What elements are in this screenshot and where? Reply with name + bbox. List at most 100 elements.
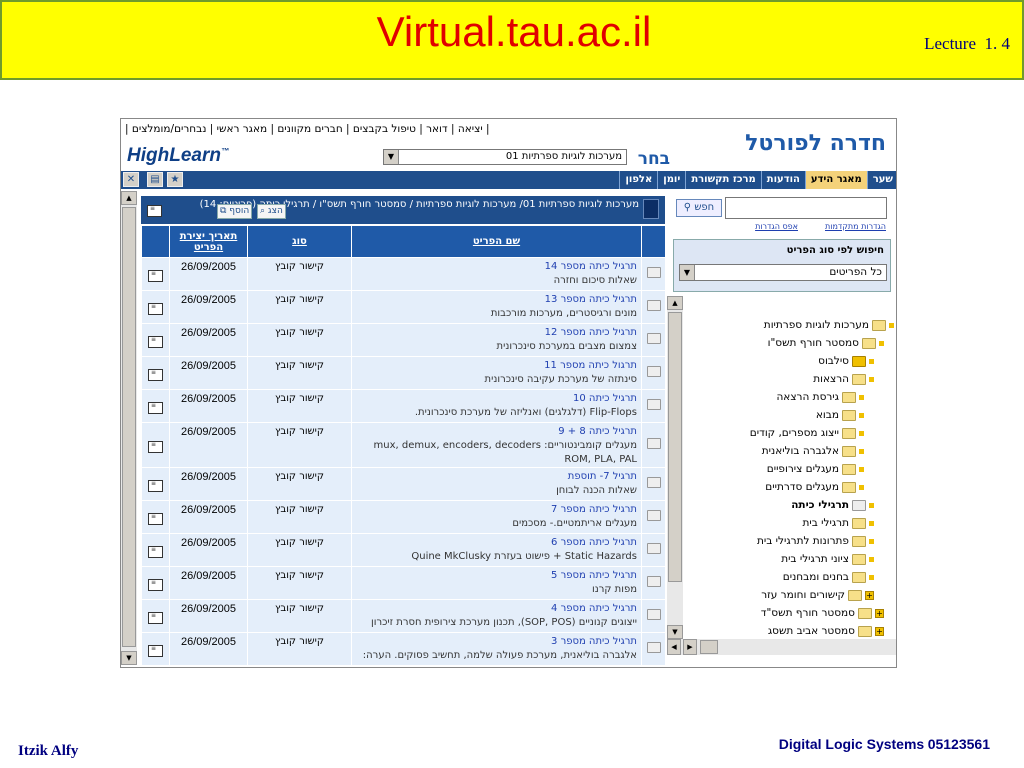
tree-item[interactable]: בחנים ומבחנים [783, 568, 874, 586]
table-row[interactable]: ≡ 26/09/2005 קישור קובץ תרגיל כיתה מספר 4 יי… [141, 599, 666, 633]
type-filter-title: חיפוש לפי סוג הפריט [786, 245, 884, 256]
table-row[interactable]: ≡ 26/09/2005 קישור קובץ תרגיל כיתה מספר 14 ש… [141, 257, 666, 291]
item-link[interactable]: תרגיל כיתה מספר 6 [354, 536, 637, 550]
document-icon[interactable]: ≡ [147, 205, 162, 217]
item-link[interactable]: תרגיל כיתה מספר 13 [354, 293, 637, 307]
folder-icon [852, 373, 866, 385]
tab-4[interactable]: יומן [657, 171, 685, 189]
scroll-left-icon[interactable]: ◀ [667, 639, 681, 655]
item-link[interactable]: תרגיל 7- תוספת [354, 470, 637, 484]
tree-item[interactable]: סילבוס [818, 352, 874, 370]
folder-icon [872, 319, 886, 331]
table-row[interactable]: ≡ 26/09/2005 קישור קובץ תרגיל כיתה 8 + 9 מעג… [141, 422, 666, 468]
tree-item[interactable]: + קישורים וחומר עזר [761, 586, 874, 604]
chevron-down-icon[interactable]: ▼ [384, 150, 399, 164]
document-icon[interactable]: ≡ [141, 257, 170, 291]
expand-icon[interactable]: + [875, 608, 884, 618]
tree-item[interactable]: מעגלים צירופיים [767, 460, 864, 478]
folder-icon [842, 463, 856, 475]
document-icon[interactable]: ≡ [141, 599, 170, 633]
document-icon[interactable]: ≡ [141, 422, 170, 468]
item-link[interactable]: תרגיל כיתה מספר 12 [354, 326, 637, 340]
tree-item[interactable]: גירסת הרצאה [776, 388, 864, 406]
reset-settings-link[interactable]: אפס הגדרות [755, 222, 798, 231]
document-icon[interactable]: ≡ [141, 467, 170, 501]
document-icon[interactable]: ≡ [141, 290, 170, 324]
scroll-thumb[interactable] [668, 312, 682, 582]
scroll-thumb[interactable] [122, 207, 136, 647]
scroll-right-icon[interactable]: ▶ [683, 639, 697, 655]
horizontal-scrollbar[interactable]: ◀ ▶ [667, 639, 896, 655]
item-desc: אלגברה בוליאנית, מערכת פעולה שלמה, תחשיב… [362, 650, 637, 661]
tree-scrollbar[interactable]: ▲ ▼ [667, 296, 683, 639]
top-links[interactable]: | יציאה | דואר | טיפול בקבצים | חברים מק… [125, 123, 490, 135]
course-select[interactable]: ▼ מערכות לוגיות ספרתיות 01 [383, 149, 627, 165]
document-icon[interactable]: ≡ [141, 323, 170, 357]
col-name[interactable]: שם הפריט [351, 225, 642, 258]
tree-item[interactable]: סמסטר חורף תשס"ו [768, 334, 884, 352]
item-link[interactable]: תרגיל כיתה 10 [354, 392, 637, 406]
tree-item[interactable]: מבוא [816, 406, 864, 424]
tree-item[interactable]: הרצאות [813, 370, 874, 388]
chevron-down-icon[interactable]: ▼ [680, 265, 695, 280]
scroll-down-icon[interactable]: ▼ [667, 625, 683, 639]
item-link[interactable]: תרגול כיתה מספר 11 [354, 359, 637, 373]
scroll-up-icon[interactable]: ▲ [667, 296, 683, 310]
table-row[interactable]: ≡ 26/09/2005 קישור קובץ תרגיל כיתה מספר 6 St… [141, 533, 666, 567]
tree-item[interactable]: מערכות לוגיות ספרתיות [764, 316, 894, 334]
table-row[interactable]: ≡ 26/09/2005 קישור קובץ תרגול כיתה מספר 11 ס… [141, 356, 666, 390]
type-select[interactable]: ▼ כל הפריטים [679, 264, 887, 281]
tab-2[interactable]: הודעות [760, 171, 805, 189]
document-icon[interactable]: ≡ [141, 632, 170, 666]
table-row[interactable]: ≡ 26/09/2005 קישור קובץ תרגיל כיתה מספר 7 מע… [141, 500, 666, 534]
scroll-down-icon[interactable]: ▼ [121, 651, 137, 665]
left-scrollbar[interactable]: ▲ ▼ [121, 191, 137, 665]
document-icon[interactable]: ≡ [141, 356, 170, 390]
item-link[interactable]: תרגיל כיתה מספר 5 [354, 569, 637, 583]
table-row[interactable]: ≡ 26/09/2005 קישור קובץ תרגיל כיתה 10 Flip-F… [141, 389, 666, 423]
tree-item[interactable]: + סמסטר אביב תשסג [768, 622, 884, 640]
tree-item-label: קישורים וחומר עזר [761, 589, 845, 601]
show-button[interactable]: הצג ⌕ [257, 204, 286, 219]
item-link[interactable]: תרגיל כיתה 8 + 9 [354, 425, 637, 439]
tree-item[interactable]: מעגלים סדרתיים [765, 478, 864, 496]
tree-item[interactable]: תרגילי כיתה [791, 496, 874, 514]
add-button[interactable]: הוסף ⧉ [217, 204, 253, 219]
tab-0[interactable]: שער [866, 171, 896, 189]
item-link[interactable]: תרגיל כיתה מספר 3 [354, 635, 637, 649]
search-input[interactable] [725, 197, 887, 219]
table-row[interactable]: ≡ 26/09/2005 קישור קובץ תרגיל כיתה מספר 12 צ… [141, 323, 666, 357]
tree-item[interactable]: תרגילי בית [803, 514, 874, 532]
item-desc: Flip-Flops (דלגלגים) ואנליזה של מערכת סי… [414, 407, 637, 418]
document-icon[interactable]: ≡ [141, 533, 170, 567]
tree-item[interactable]: ציוני תרגילי בית [781, 550, 874, 568]
expand-icon[interactable]: + [875, 626, 884, 636]
scroll-thumb[interactable] [700, 640, 718, 654]
printer-icon[interactable]: ▤ [147, 172, 163, 187]
document-icon[interactable]: ≡ [141, 500, 170, 534]
tree-item[interactable]: פתרונות לתרגילי בית [757, 532, 874, 550]
table-row[interactable]: ≡ 26/09/2005 קישור קובץ תרגיל כיתה מספר 5 מפ… [141, 566, 666, 600]
item-link[interactable]: תרגיל כיתה מספר 7 [354, 503, 637, 517]
scroll-up-icon[interactable]: ▲ [121, 191, 137, 205]
table-row[interactable]: ≡ 26/09/2005 קישור קובץ תרגיל כיתה מספר 13 מ… [141, 290, 666, 324]
tree-item[interactable]: אלגברה בוליאנית [762, 442, 864, 460]
tab-5[interactable]: אלפון [619, 171, 657, 189]
col-type[interactable]: סוג [247, 225, 352, 258]
item-link[interactable]: תרגיל כיתה מספר 14 [354, 260, 637, 274]
search-button[interactable]: חפש ⚲ [676, 199, 722, 217]
document-icon[interactable]: ≡ [141, 389, 170, 423]
item-link[interactable]: תרגיל כיתה מספר 4 [354, 602, 637, 616]
table-row[interactable]: ≡ 26/09/2005 קישור קובץ תרגיל כיתה מספר 3 אל… [141, 632, 666, 666]
table-row[interactable]: ≡ 26/09/2005 קישור קובץ תרגיל 7- תוספת שאלות… [141, 467, 666, 501]
tree-item[interactable]: ייצוג מספרים, קודים [750, 424, 864, 442]
close-icon[interactable]: ✕ [123, 172, 139, 187]
expand-icon[interactable]: + [865, 590, 874, 600]
tree-item[interactable]: + סמסטר חורף תשס"ד [761, 604, 884, 622]
tab-3[interactable]: מרכז תקשורת [685, 171, 760, 189]
tab-1[interactable]: מאגר הידע [804, 171, 867, 189]
star-icon[interactable]: ★ [167, 172, 183, 187]
advanced-settings-link[interactable]: הגדרות מתקדמות [825, 222, 886, 231]
col-date[interactable]: תאריך יצירת הפריט [169, 225, 248, 258]
document-icon[interactable]: ≡ [141, 566, 170, 600]
